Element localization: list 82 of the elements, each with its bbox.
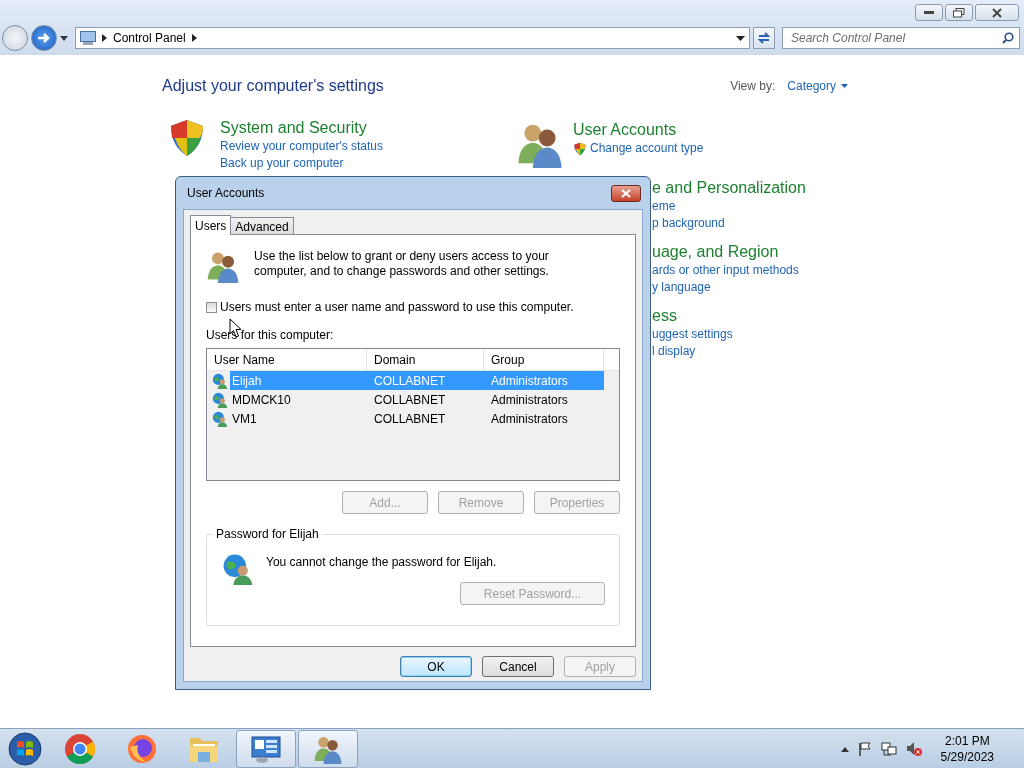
minimize-button[interactable] xyxy=(915,4,943,21)
user-row[interactable]: MDMCK10 COLLABNET Administrators xyxy=(207,390,619,409)
user-globe-icon xyxy=(212,372,228,389)
table-cell-text: COLLABNET xyxy=(373,410,447,428)
show-hidden-icons-icon[interactable] xyxy=(840,746,849,752)
category-link[interactable]: uggest settings xyxy=(652,326,733,343)
checkbox-label[interactable]: Users must enter a user name and password to use this computer. xyxy=(220,300,574,314)
search-field[interactable]: Search Control Panel xyxy=(782,27,1020,49)
speaker-muted-icon[interactable] xyxy=(905,741,922,757)
firefox-icon[interactable] xyxy=(126,733,158,765)
table-cell: Elijah xyxy=(230,371,367,390)
table-cell-text: MDMCK10 xyxy=(231,391,292,409)
table-cell-text: COLLABNET xyxy=(373,391,447,409)
table-cell: Administrators xyxy=(484,371,604,390)
column-header[interactable]: Group xyxy=(484,349,604,370)
column-header[interactable]: Domain xyxy=(367,349,484,370)
arrow-icon xyxy=(37,32,51,44)
group-title: Password for Elijah xyxy=(213,527,322,541)
search-icon[interactable] xyxy=(1002,32,1014,44)
dialog-button[interactable]: Cancel xyxy=(482,656,554,677)
close-icon xyxy=(621,188,631,198)
refresh-icon xyxy=(757,31,771,45)
category-title[interactable]: User Accounts xyxy=(573,120,704,140)
back-button[interactable] xyxy=(2,25,28,51)
category-link[interactable]: l display xyxy=(652,343,733,360)
category-link[interactable]: eme xyxy=(652,198,806,215)
category-link[interactable]: Review your computer's status xyxy=(220,138,384,155)
tab[interactable]: Advanced xyxy=(230,217,294,234)
category-title[interactable]: System and Security xyxy=(220,118,384,138)
control-panel-icon xyxy=(80,31,96,45)
close-button[interactable] xyxy=(611,184,641,202)
table-cell-text: Administrators xyxy=(490,391,569,409)
category-title[interactable]: ess xyxy=(652,306,733,326)
user-globe-icon xyxy=(222,553,254,585)
user-globe-icon xyxy=(212,410,228,427)
user-globe-icon xyxy=(212,391,228,408)
user-row[interactable]: VM1 COLLABNET Administrators xyxy=(207,409,619,428)
flag-icon[interactable] xyxy=(857,742,872,756)
category-link[interactable]: Change account type xyxy=(573,140,704,157)
close-button[interactable] xyxy=(975,4,1019,21)
category-title[interactable]: uage, and Region xyxy=(652,242,799,262)
password-message: You cannot change the password for Elijah. xyxy=(266,555,497,569)
restore-icon xyxy=(953,7,965,18)
category-link[interactable]: y language xyxy=(652,279,799,296)
caret-icon xyxy=(841,84,848,88)
tab[interactable]: Users xyxy=(190,215,232,235)
category-link[interactable]: p background xyxy=(652,215,806,232)
chevron-icon[interactable] xyxy=(191,34,197,42)
refresh-button[interactable] xyxy=(753,27,775,49)
dialog-title: User Accounts xyxy=(187,186,265,200)
dropdown-icon[interactable] xyxy=(736,35,745,41)
forward-button[interactable] xyxy=(31,25,57,51)
breadcrumb-item[interactable]: Control Panel xyxy=(113,31,186,45)
category-link[interactable]: ards or other input methods xyxy=(652,262,799,279)
intro-text: Use the list below to grant or deny users access to your computer, and to change passwords and other settings. xyxy=(254,249,550,280)
users-icon xyxy=(313,734,343,764)
checkbox[interactable] xyxy=(206,301,217,313)
taskbar-button[interactable] xyxy=(298,730,358,768)
taskbar-button[interactable] xyxy=(236,730,296,768)
view-by-dropdown[interactable]: Category xyxy=(787,79,848,93)
page-heading: Adjust your computer's settings xyxy=(162,77,384,95)
restore-button[interactable] xyxy=(945,4,973,21)
dialog-button[interactable]: OK xyxy=(400,656,472,677)
network-icon[interactable] xyxy=(880,742,897,756)
table-cell-text: VM1 xyxy=(231,410,258,428)
table-cell-text: Administrators xyxy=(490,410,569,428)
column-header[interactable]: User Name xyxy=(207,349,367,370)
clock[interactable]: 2:01 PM 5/29/2023 xyxy=(940,733,994,765)
control-panel-icon[interactable] xyxy=(250,734,282,764)
shield-icon xyxy=(573,141,587,156)
minimize-icon xyxy=(924,10,934,15)
chevron-icon[interactable] xyxy=(102,34,107,42)
users-label: Users for this computer: xyxy=(206,328,335,342)
view-by-label: View by: xyxy=(730,79,776,93)
close-icon xyxy=(992,7,1002,18)
address-bar[interactable]: Control Panel xyxy=(75,27,750,49)
category-link[interactable]: Back up your computer xyxy=(220,155,384,172)
category-title[interactable]: e and Personalization xyxy=(652,178,806,198)
chrome-icon[interactable] xyxy=(64,733,96,765)
users-icon xyxy=(206,249,240,283)
dropdown-icon[interactable] xyxy=(60,35,68,41)
table-cell: COLLABNET xyxy=(367,371,484,390)
